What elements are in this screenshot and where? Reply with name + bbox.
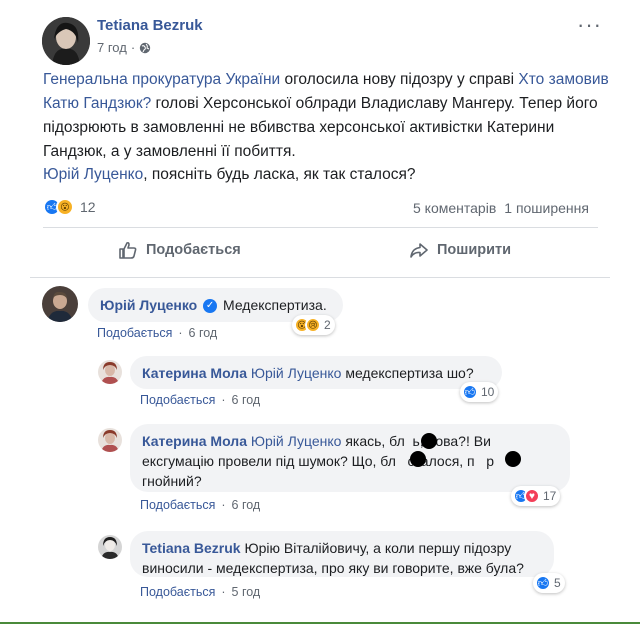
post-body-text1: оголосила нову підозру у справі [280, 71, 519, 88]
comment-text: Медекспертиза. [223, 297, 327, 313]
replier-avatar[interactable] [98, 535, 122, 559]
reply-meta: Подобається · 6 год [140, 393, 261, 407]
comment-reactions[interactable]: 😮︎ 😢︎ 2 [292, 315, 335, 335]
mention-lutsenko[interactable]: Юрій Луценко [43, 166, 143, 183]
comment-time[interactable]: 6 год [189, 326, 218, 340]
reply-meta: Подобається · 5 год [140, 585, 261, 599]
comment-meta: Подобається · 6 год [97, 326, 218, 340]
globe-icon [139, 42, 151, 53]
reply-time[interactable]: 6 год [232, 393, 261, 407]
reply-like-link[interactable]: Подобається [140, 585, 215, 599]
reply-author[interactable]: Катерина Мола [142, 433, 247, 449]
divider [30, 277, 610, 278]
reply-reaction-count: 10 [481, 385, 495, 399]
reply-mention[interactable]: Юрій Луценко [251, 433, 342, 449]
facebook-post-card: Tetiana Bezruk 7 год · ··· Генеральна пр… [0, 0, 640, 625]
share-arrow-icon [410, 243, 428, 258]
verified-badge-icon: ✓ [203, 299, 218, 314]
reaction-count: 12 [80, 199, 96, 215]
shares-count-link[interactable]: 1 поширення [504, 200, 589, 216]
comment-author[interactable]: Юрій Луценко [100, 297, 197, 313]
comments-count-link[interactable]: 5 коментарів [413, 200, 496, 216]
reply-bubble: Катерина Мола Юрій Луценко медекспертиза… [130, 356, 502, 389]
reply-like-link[interactable]: Подобається [140, 393, 215, 407]
reply-reaction-count: 5 [554, 576, 561, 590]
replier-avatar[interactable] [98, 360, 122, 384]
love-reaction-icon: ♥ [524, 488, 540, 504]
post-reactions[interactable]: 👍︎ 😮︎ 12 [43, 198, 96, 216]
post-body: Генеральна прокуратура України оголосила… [43, 68, 613, 164]
reply-text: медекспертиза шо? [345, 365, 474, 381]
reply-author[interactable]: Катерина Мола [142, 365, 247, 381]
post-question: Юрій Луценко, поясніть будь ласка, як та… [43, 163, 613, 187]
reply-reaction-count: 17 [543, 489, 557, 503]
commenter-avatar[interactable] [42, 286, 78, 322]
like-reaction-icon: 👍︎ [462, 384, 478, 400]
reply-reactions[interactable]: 👍︎ 10 [460, 382, 499, 402]
reply-like-link[interactable]: Подобається [140, 498, 215, 512]
reply-reactions[interactable]: 👍︎ ♥ 17 [511, 486, 561, 506]
comment-like-link[interactable]: Подобається [97, 326, 172, 340]
post-stats: 5 коментарів 1 поширення [413, 200, 589, 216]
share-button[interactable]: Поширити [409, 240, 511, 260]
author-name[interactable]: Tetiana Bezruk [97, 17, 203, 34]
reply-text-line3: гнойний? [142, 473, 202, 489]
post-meta: 7 год · [97, 40, 151, 55]
reply-meta: Подобається · 6 год [140, 498, 261, 512]
reply-time[interactable]: 6 год [232, 498, 261, 512]
reply-author[interactable]: Tetiana Bezruk [142, 540, 241, 556]
reply-text-line1: якась, бл ь, нова?! Ви [345, 433, 491, 449]
author-avatar[interactable] [42, 17, 90, 65]
like-button[interactable]: Подобається [118, 240, 241, 260]
like-button-label: Подобається [146, 242, 241, 258]
reply-mention[interactable]: Юрій Луценко [251, 365, 342, 381]
reply-bubble: Tetiana Bezruk Юрію Віталійовичу, а коли… [130, 531, 554, 577]
redaction-mark [410, 451, 426, 467]
redaction-mark [421, 433, 437, 449]
redaction-mark [505, 451, 521, 467]
bottom-border [0, 622, 640, 624]
more-options-icon[interactable]: ··· [577, 12, 602, 38]
reply-bubble: Катерина Мола Юрій Луценко якась, бл ь, … [130, 424, 570, 492]
thumbs-up-icon [119, 241, 137, 259]
post-question-text: , поясніть будь ласка, як так сталося? [143, 166, 416, 183]
sad-reaction-icon: 😢︎ [305, 317, 321, 333]
replier-avatar[interactable] [98, 428, 122, 452]
reply-time[interactable]: 5 год [232, 585, 261, 599]
post-time[interactable]: 7 год [97, 40, 127, 55]
link-prosecutor[interactable]: Генеральна прокуратура України [43, 71, 280, 88]
comment-reaction-count: 2 [324, 318, 331, 332]
wow-reaction-icon: 😮︎ [56, 198, 74, 216]
reply-text-line2: виносили - медекспертиза, про яку ви гов… [142, 560, 524, 576]
reply-reactions[interactable]: 👍︎ 5 [533, 573, 565, 593]
share-button-label: Поширити [437, 242, 512, 258]
reply-text-line2: ексгумацію провели під шумок? Що, бл ста… [142, 453, 495, 469]
reply-text-line1: Юрію Віталійовичу, а коли першу підозру [244, 540, 512, 556]
divider [43, 227, 598, 228]
like-reaction-icon: 👍︎ [535, 575, 551, 591]
